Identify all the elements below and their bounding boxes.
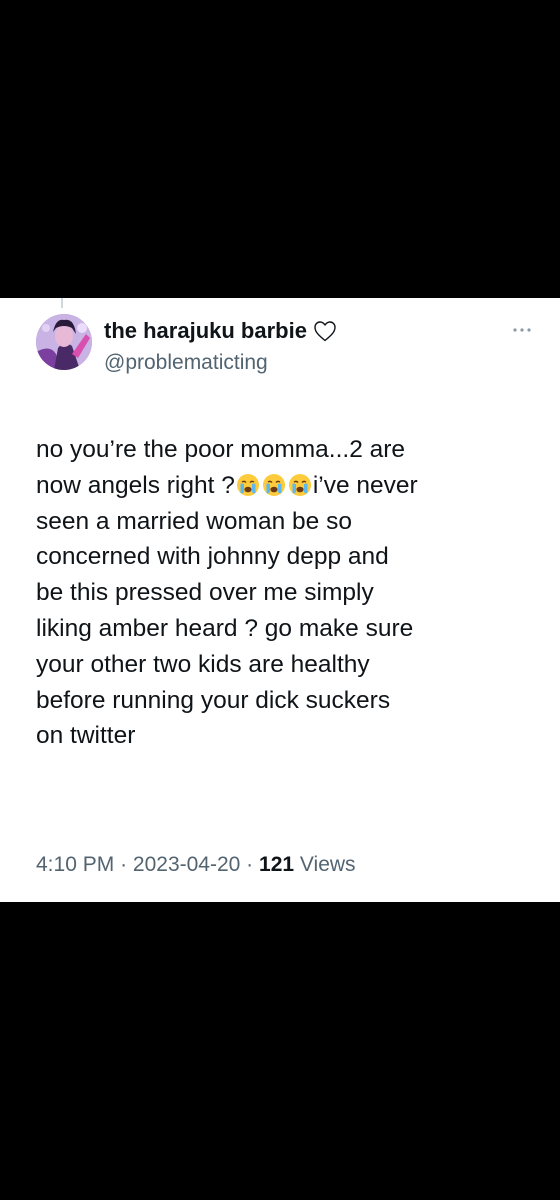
tweet-time[interactable]: 4:10 PM [36, 853, 114, 876]
tweet-date[interactable]: 2023-04-20 [133, 853, 240, 876]
tweet-text-line: concerned with johnny depp and [36, 543, 389, 571]
tweet-text-line: liking amber heard ? go make sure [36, 614, 414, 642]
tweet-text: no you’re the poor momma...2 are now ang… [36, 432, 536, 754]
tweet-text-line: before running your dick suckers [36, 686, 391, 714]
tweet-text-line: your other two kids are healthy [36, 650, 370, 678]
author-name-row[interactable]: the harajuku barbie [104, 318, 337, 344]
author-handle[interactable]: @problematicting [104, 351, 268, 375]
avatar[interactable] [36, 314, 92, 370]
meta-separator: · [246, 853, 254, 876]
tweet-metadata: 4:10 PM · 2023-04-20 · 121 Views [36, 853, 356, 877]
views-count: 121 [259, 853, 295, 876]
tweet-text-line: seen a married woman be so [36, 507, 352, 535]
loudly-crying-face-emoji-icon [288, 473, 312, 497]
screenshot-frame: the harajuku barbie @problematicting no … [0, 0, 560, 1200]
loudly-crying-face-emoji-icon [262, 473, 286, 497]
author-display-name[interactable]: the harajuku barbie [104, 318, 307, 344]
tweet-text-line: on twitter [36, 722, 136, 750]
tweet-text-line: no you’re the poor momma...2 are [36, 436, 406, 463]
tweet-text-line: now angels right ? i’ve never [36, 468, 536, 504]
loudly-crying-face-emoji-icon [236, 473, 260, 497]
meta-separator: · [120, 853, 128, 876]
heart-outline-icon [313, 320, 337, 342]
views-label: Views [299, 853, 356, 876]
thread-connector-line [61, 298, 63, 308]
tweet-card: the harajuku barbie @problematicting no … [0, 298, 560, 902]
tweet-text-line: be this pressed over me simply [36, 579, 374, 607]
tweet-text-fragment: i’ve never [312, 471, 418, 499]
tweet-text-fragment: now angels right ? [36, 471, 235, 499]
more-dots-icon[interactable] [510, 324, 534, 336]
